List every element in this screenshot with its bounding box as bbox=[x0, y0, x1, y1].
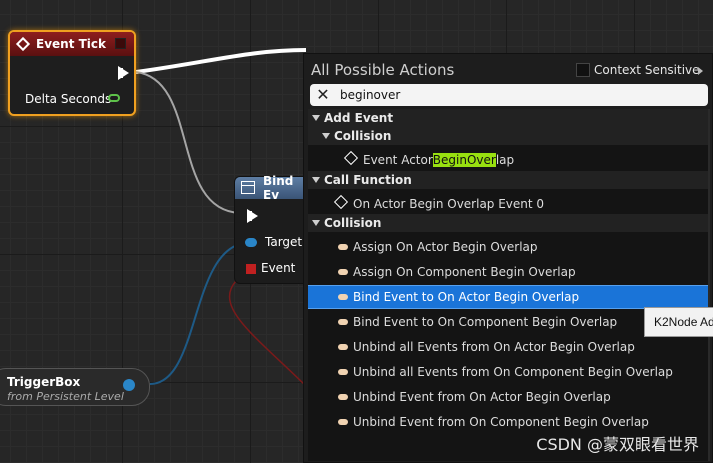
category-row[interactable]: Collision bbox=[308, 214, 708, 232]
action-row[interactable]: Assign On Component Begin Overlap bbox=[308, 261, 708, 283]
target-label: Target bbox=[265, 235, 303, 249]
action-row[interactable]: On Actor Begin Overlap Event 0 bbox=[308, 193, 708, 215]
expand-triangle-icon[interactable] bbox=[312, 177, 320, 183]
action-row[interactable]: Unbind all Events from On Actor Begin Ov… bbox=[308, 336, 708, 358]
watermark: CSDN @蒙双眼看世界 bbox=[536, 435, 699, 454]
search-box: ✕ bbox=[310, 84, 708, 106]
action-label: Unbind Event from On Component Begin Ove… bbox=[353, 415, 649, 429]
chevron-right-icon[interactable] bbox=[698, 67, 703, 75]
action-label: Assign On Actor Begin Overlap bbox=[353, 240, 538, 254]
action-menu: All Possible Actions Context Sensitive ✕… bbox=[303, 53, 713, 463]
search-match-highlight: BeginOver bbox=[432, 153, 496, 167]
context-sensitive-checkbox[interactable] bbox=[576, 63, 590, 77]
delta-seconds-pin[interactable] bbox=[108, 94, 120, 102]
object-wire bbox=[149, 242, 246, 385]
expand-triangle-icon[interactable] bbox=[312, 115, 320, 121]
action-row[interactable]: Unbind Event from On Actor Begin Overlap bbox=[308, 386, 708, 408]
delegate-icon bbox=[338, 394, 348, 400]
action-label-suffix: lap bbox=[495, 153, 515, 167]
action-label: Assign On Component Begin Overlap bbox=[353, 265, 576, 279]
triggerbox-node[interactable]: TriggerBox from Persistent Level bbox=[0, 368, 150, 406]
delegate-icon bbox=[338, 369, 348, 375]
action-row[interactable]: Unbind Event from On Component Begin Ove… bbox=[308, 411, 708, 433]
action-list: Add Event Collision Event ActorBeginOverla… bbox=[308, 109, 708, 461]
category-row[interactable]: Add Event bbox=[308, 109, 708, 127]
action-label: Unbind all Events from On Actor Begin Ov… bbox=[353, 340, 635, 354]
event-label: Event bbox=[261, 261, 296, 275]
action-label: Bind Event to On Actor Begin Overlap bbox=[353, 290, 580, 304]
exec-wire-bind bbox=[135, 71, 241, 214]
event-diamond-icon bbox=[343, 150, 359, 166]
event-tick-header: Event Tick bbox=[10, 32, 134, 56]
action-label: Bind Event to On Component Begin Overlap bbox=[353, 315, 618, 329]
event-diamond-icon bbox=[15, 36, 31, 52]
event-tick-node[interactable]: Event Tick Delta Seconds bbox=[8, 30, 136, 116]
delegate-wire bbox=[228, 269, 311, 391]
expand-triangle-icon[interactable] bbox=[312, 220, 320, 226]
category-row[interactable]: Call Function bbox=[308, 171, 708, 189]
function-icon bbox=[241, 181, 255, 194]
delegate-icon bbox=[338, 419, 348, 425]
category-label: Collision bbox=[334, 129, 392, 143]
category-label: Add Event bbox=[324, 111, 394, 125]
delegate-icon bbox=[338, 344, 348, 350]
node-tooltip: K2Node Ad bbox=[644, 307, 713, 337]
exec-input-pin[interactable] bbox=[247, 209, 258, 223]
event-tick-title: Event Tick bbox=[36, 37, 107, 51]
delegate-icon bbox=[338, 269, 348, 275]
action-label: Event Actor bbox=[363, 153, 433, 167]
action-label: On Actor Begin Overlap Event 0 bbox=[353, 197, 545, 211]
clear-search-icon[interactable]: ✕ bbox=[314, 86, 332, 104]
action-row[interactable]: Unbind all Events from On Component Begi… bbox=[308, 361, 708, 383]
event-delegate-pin[interactable] bbox=[246, 264, 256, 274]
event-diamond-icon bbox=[333, 194, 349, 210]
category-row[interactable]: Collision bbox=[308, 127, 708, 145]
bind-event-node[interactable]: Bind Ev Target Event bbox=[234, 174, 314, 284]
context-sensitive-label[interactable]: Context Sensitive bbox=[594, 63, 700, 77]
triggerbox-subtitle: from Persistent Level bbox=[7, 390, 124, 403]
triggerbox-output-pin[interactable] bbox=[123, 379, 135, 391]
target-pin[interactable] bbox=[245, 238, 257, 247]
action-label: Unbind Event from On Actor Begin Overlap bbox=[353, 390, 611, 404]
delegate-icon bbox=[338, 244, 348, 250]
delegate-icon bbox=[338, 319, 348, 325]
action-label: Unbind all Events from On Component Begi… bbox=[353, 365, 673, 379]
bind-event-header: Bind Ev bbox=[235, 174, 313, 202]
triggerbox-title: TriggerBox bbox=[7, 375, 81, 389]
search-input[interactable] bbox=[340, 86, 700, 104]
delta-seconds-label: Delta Seconds bbox=[25, 92, 112, 106]
expand-triangle-icon[interactable] bbox=[322, 133, 330, 139]
action-list-scrollbar[interactable] bbox=[708, 109, 710, 461]
action-row[interactable]: Event ActorBeginOverlap bbox=[308, 149, 708, 171]
action-row[interactable]: Bind Event to On Actor Begin Overlap bbox=[308, 285, 708, 309]
menu-title: All Possible Actions bbox=[311, 61, 455, 79]
category-label: Collision bbox=[324, 216, 382, 230]
category-label: Call Function bbox=[324, 173, 412, 187]
delegate-icon bbox=[338, 294, 348, 300]
action-row[interactable]: Assign On Actor Begin Overlap bbox=[308, 236, 708, 258]
exec-wire bbox=[135, 48, 307, 74]
exec-output-pin[interactable] bbox=[118, 66, 129, 80]
delegate-box-icon bbox=[115, 38, 126, 49]
